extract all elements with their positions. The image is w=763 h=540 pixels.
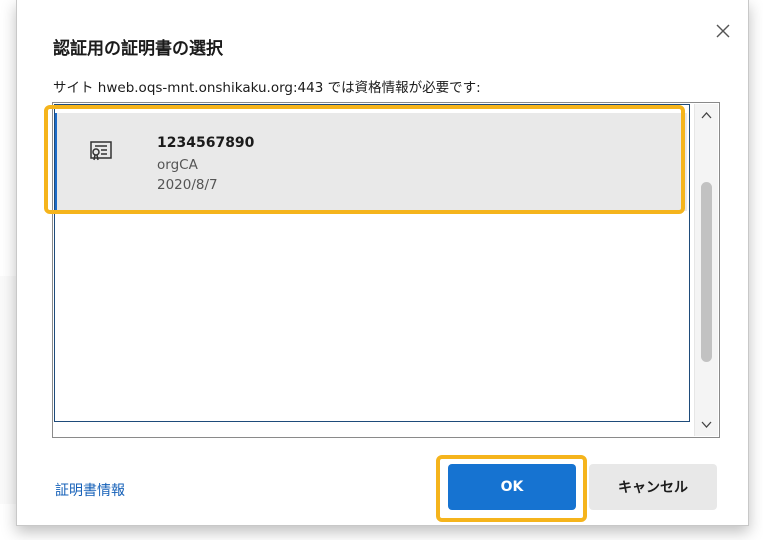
chevron-down-icon [701,421,712,428]
dialog-title: 認証用の証明書の選択 [53,39,223,59]
certificate-select-dialog: 認証用の証明書の選択 サイト hweb.oqs-mnt.onshikaku.or… [16,0,749,526]
close-icon [716,24,730,38]
page: 認証用の証明書の選択 サイト hweb.oqs-mnt.onshikaku.or… [0,0,763,540]
list-scrollbar[interactable] [694,104,718,436]
certificate-name: 1234567890 [157,135,255,151]
dialog-subtitle: サイト hweb.oqs-mnt.onshikaku.org:443 では資格情… [53,80,481,96]
scroll-thumb[interactable] [701,182,712,362]
certificate-list[interactable]: 1234567890 orgCA 2020/8/7 [52,102,720,438]
chevron-up-icon [701,112,712,119]
close-button[interactable] [712,20,734,42]
cancel-button[interactable]: キャンセル [589,464,717,510]
certificate-icon [90,141,112,161]
certificate-list-item[interactable]: 1234567890 orgCA 2020/8/7 [55,113,687,211]
ok-button[interactable]: OK [448,464,576,510]
certificate-issuer: orgCA [157,157,198,173]
certificate-info-link[interactable]: 証明書情報 [55,480,125,500]
scroll-up-button[interactable] [695,106,718,126]
scroll-down-button[interactable] [695,414,718,434]
certificate-list-viewport: 1234567890 orgCA 2020/8/7 [54,104,690,422]
certificate-date: 2020/8/7 [157,177,218,193]
